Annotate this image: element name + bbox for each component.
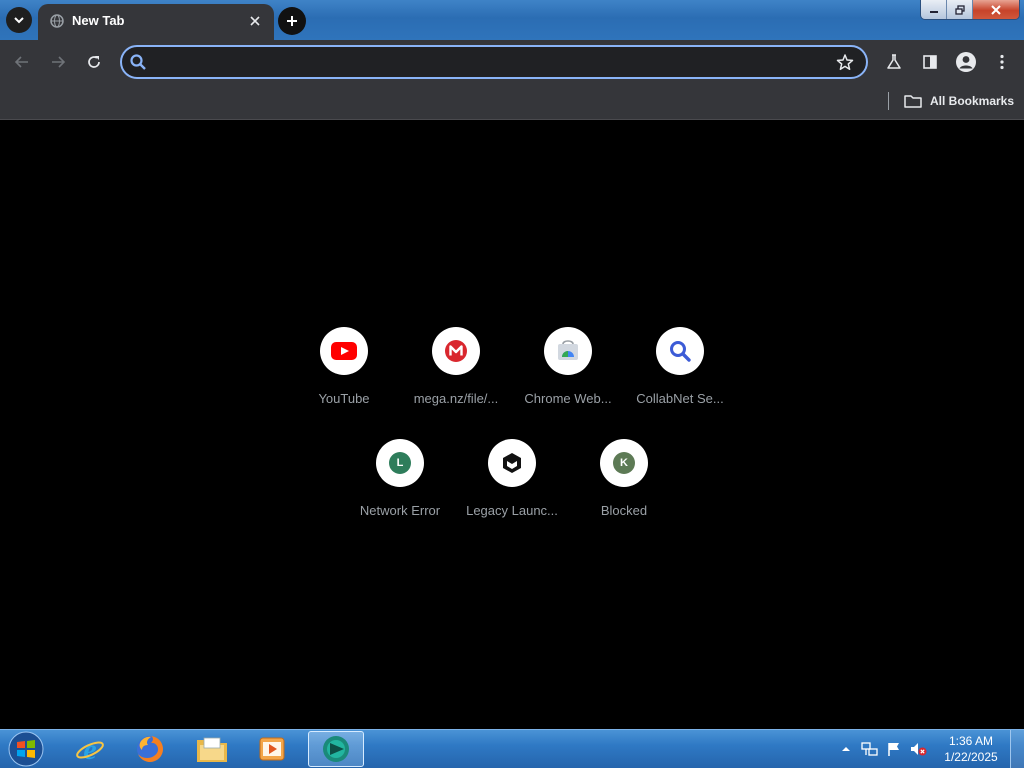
shortcut-label: Network Error — [359, 503, 441, 518]
letter-K-icon: K — [613, 452, 635, 474]
shortcut-icon — [432, 327, 480, 375]
shortcut-tile[interactable]: K Blocked — [568, 433, 680, 533]
shortcut-tile[interactable]: L Network Error — [344, 433, 456, 533]
show-hidden-icons-button[interactable] — [836, 739, 856, 759]
shortcut-label: Legacy Launc... — [466, 503, 558, 518]
shortcut-tile[interactable]: YouTube — [288, 321, 400, 421]
volume-tray-button[interactable] — [908, 739, 928, 759]
window-controls — [920, 0, 1020, 20]
shortcut-label: mega.nz/file/... — [413, 391, 499, 406]
youtube-icon — [331, 342, 357, 360]
internet-explorer-icon: e — [76, 733, 104, 765]
globe-icon — [50, 14, 64, 28]
all-bookmarks-button[interactable]: All Bookmarks — [904, 90, 1014, 112]
taskbar-media-player[interactable] — [244, 731, 300, 767]
windows-start-icon — [8, 731, 44, 767]
shortcut-icon: K — [600, 439, 648, 487]
tab-new-tab[interactable]: New Tab — [38, 4, 274, 40]
folder-icon — [904, 95, 922, 108]
shortcut-icon: L — [376, 439, 424, 487]
legacy-launcher-icon — [503, 453, 521, 473]
clock-date: 1/22/2025 — [944, 750, 998, 764]
reload-icon — [88, 56, 100, 68]
taskbar: e 1:36 AM 1/22/2025 — [0, 729, 1024, 768]
letter-L-icon: L — [389, 452, 411, 474]
restore-icon — [954, 4, 965, 15]
network-tray-button[interactable] — [860, 739, 880, 759]
system-tray: 1:36 AM 1/22/2025 — [836, 730, 1024, 768]
search-icon — [130, 54, 146, 70]
close-icon — [250, 16, 260, 26]
close-window-button[interactable] — [973, 0, 1019, 19]
arrow-left-icon — [14, 56, 28, 68]
side-panel-button[interactable] — [918, 50, 942, 74]
profile-button[interactable] — [954, 50, 978, 74]
avatar-icon — [956, 52, 976, 72]
minimize-button[interactable] — [921, 0, 947, 19]
start-button[interactable] — [6, 731, 46, 767]
close-icon — [991, 4, 1001, 15]
forward-button[interactable] — [46, 50, 70, 74]
shortcut-icon — [320, 327, 368, 375]
more-vert-icon — [1000, 54, 1004, 70]
volume-muted-icon — [911, 743, 927, 756]
action-center-button[interactable] — [884, 739, 904, 759]
new-tab-button[interactable] — [278, 7, 306, 35]
chevron-up-icon — [842, 747, 850, 751]
plus-icon — [287, 16, 297, 26]
flag-icon — [888, 743, 899, 756]
shortcut-tile[interactable]: mega.nz/file/... — [400, 321, 512, 421]
chrome-web-store-icon — [558, 340, 578, 360]
side-panel-icon — [923, 55, 937, 69]
reload-button[interactable] — [82, 50, 106, 74]
minimize-icon — [929, 10, 938, 13]
shortcut-label: CollabNet Se... — [636, 391, 724, 406]
back-button[interactable] — [10, 50, 34, 74]
menu-button[interactable] — [990, 50, 1014, 74]
clock-time: 1:36 AM — [948, 734, 994, 748]
shortcut-icon — [656, 327, 704, 375]
tab-close-button[interactable] — [246, 12, 264, 30]
clock[interactable]: 1:36 AM 1/22/2025 — [936, 733, 1006, 765]
chevron-down-icon — [14, 17, 24, 24]
bookmarks-separator — [888, 92, 889, 110]
shortcut-tile[interactable]: CollabNet Se... — [624, 321, 736, 421]
shortcut-label: Chrome Web... — [524, 391, 612, 406]
show-desktop-button[interactable] — [1010, 730, 1024, 768]
tab-title: New Tab — [72, 13, 125, 28]
shortcut-label: YouTube — [318, 391, 370, 406]
tab-search-button[interactable] — [6, 7, 32, 33]
shortcut-tile[interactable]: Legacy Launc... — [456, 433, 568, 533]
arrow-right-icon — [52, 56, 66, 68]
svg-text:e: e — [83, 733, 96, 765]
chrome-active-icon — [323, 736, 349, 762]
restore-button[interactable] — [947, 0, 973, 19]
labs-button[interactable] — [882, 50, 906, 74]
address-input[interactable] — [154, 51, 824, 73]
new-tab-page: YouTube mega.nz/file/... Chrome Web... C… — [0, 121, 1024, 729]
media-player-icon — [259, 737, 285, 761]
address-bar[interactable] — [120, 45, 868, 79]
title-bar: New Tab — [0, 0, 1024, 40]
shortcut-icon — [488, 439, 536, 487]
taskbar-internet-explorer[interactable]: e — [62, 731, 118, 767]
taskbar-chrome-active[interactable] — [308, 731, 364, 767]
taskbar-file-explorer[interactable] — [184, 731, 240, 767]
taskbar-firefox[interactable] — [122, 731, 178, 767]
shortcut-tile[interactable]: Chrome Web... — [512, 321, 624, 421]
bookmark-star-icon[interactable] — [836, 53, 854, 71]
flask-icon — [887, 54, 901, 69]
mega-icon — [445, 340, 467, 362]
firefox-icon — [137, 736, 163, 762]
search-icon — [670, 341, 691, 362]
shortcut-icon — [544, 327, 592, 375]
network-icon — [861, 742, 878, 756]
file-explorer-icon — [197, 737, 227, 762]
all-bookmarks-label: All Bookmarks — [930, 94, 1015, 108]
browser-toolbar — [0, 40, 1024, 84]
bookmarks-bar: All Bookmarks — [0, 84, 1024, 120]
shortcut-label: Blocked — [600, 503, 648, 518]
